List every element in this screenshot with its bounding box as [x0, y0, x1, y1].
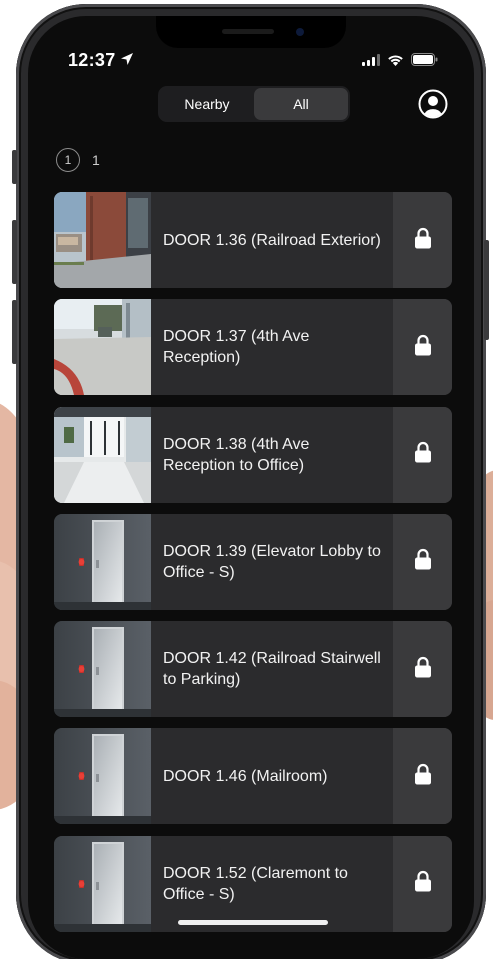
lock-toggle-button[interactable] — [393, 299, 452, 396]
door-thumbnail — [54, 621, 151, 718]
lock-toggle-button[interactable] — [393, 835, 452, 932]
door-thumbnail — [54, 728, 151, 825]
status-time: 12:37 — [68, 50, 116, 70]
door-thumbnail — [54, 192, 151, 288]
door-row[interactable]: DOOR 1.38 (4th Ave Reception to Office) — [54, 406, 452, 503]
home-indicator[interactable] — [178, 920, 328, 925]
door-name: DOOR 1.46 (Mailroom) — [163, 767, 328, 785]
page-indicator: 1 1 — [56, 148, 100, 172]
location-filter-segmented-control: Nearby All — [158, 86, 350, 122]
lock-toggle-button[interactable] — [393, 728, 452, 825]
door-name: DOOR 1.36 (Railroad Exterior) — [163, 231, 381, 249]
door-row[interactable]: DOOR 1.46 (Mailroom) — [54, 728, 452, 825]
user-profile-icon[interactable] — [418, 89, 448, 119]
wifi-icon — [387, 53, 404, 71]
lock-icon — [414, 656, 432, 683]
tab-all[interactable]: All — [254, 88, 348, 120]
lock-icon — [414, 763, 432, 790]
door-name: DOOR 1.52 (Claremont to Office - S) — [163, 864, 348, 903]
door-name: DOOR 1.37 (4th Ave Reception) — [163, 328, 310, 367]
lock-icon — [414, 227, 432, 254]
status-indicators — [362, 53, 438, 71]
door-name: DOOR 1.42 (Railroad Stairwell to Parking… — [163, 650, 381, 689]
lock-toggle-button[interactable] — [393, 513, 452, 610]
lock-toggle-button[interactable] — [393, 621, 452, 718]
door-list: DOOR 1.36 (Railroad Exterior) DOOR 1.37 … — [54, 192, 452, 943]
lock-icon — [414, 870, 432, 897]
door-row[interactable]: DOOR 1.42 (Railroad Stairwell to Parking… — [54, 621, 452, 718]
front-camera — [296, 28, 304, 36]
lock-icon — [414, 548, 432, 575]
door-row[interactable]: DOOR 1.52 (Claremont to Office - S) — [54, 835, 452, 932]
lock-toggle-button[interactable] — [393, 192, 452, 288]
tab-nearby[interactable]: Nearby — [160, 88, 254, 120]
mute-switch — [12, 150, 17, 184]
side-button — [484, 240, 489, 340]
door-name: DOOR 1.39 (Elevator Lobby to Office - S) — [163, 542, 381, 581]
door-row[interactable]: DOOR 1.37 (4th Ave Reception) — [54, 299, 452, 396]
page-badge[interactable]: 1 — [56, 148, 80, 172]
device-scene: 12:37 Nearby All 1 1 DOOR 1.36 (Railroad… — [0, 0, 493, 959]
door-thumbnail — [54, 513, 151, 610]
battery-icon — [411, 53, 438, 71]
volume-down-button — [12, 300, 17, 364]
door-thumbnail — [54, 299, 151, 396]
lock-icon — [414, 334, 432, 361]
earpiece-speaker — [222, 29, 274, 34]
page-number: 1 — [92, 152, 100, 168]
phone-screen: 12:37 Nearby All 1 1 DOOR 1.36 (Railroad… — [28, 16, 474, 959]
lock-toggle-button[interactable] — [393, 406, 452, 503]
door-thumbnail — [54, 835, 151, 932]
door-row[interactable]: DOOR 1.39 (Elevator Lobby to Office - S) — [54, 513, 452, 610]
notch — [156, 16, 346, 48]
door-thumbnail — [54, 406, 151, 503]
volume-up-button — [12, 220, 17, 284]
cellular-signal-icon — [362, 53, 380, 71]
lock-icon — [414, 441, 432, 468]
location-arrow-icon — [120, 52, 134, 71]
door-row[interactable]: DOOR 1.36 (Railroad Exterior) — [54, 192, 452, 288]
door-name: DOOR 1.38 (4th Ave Reception to Office) — [163, 435, 310, 474]
